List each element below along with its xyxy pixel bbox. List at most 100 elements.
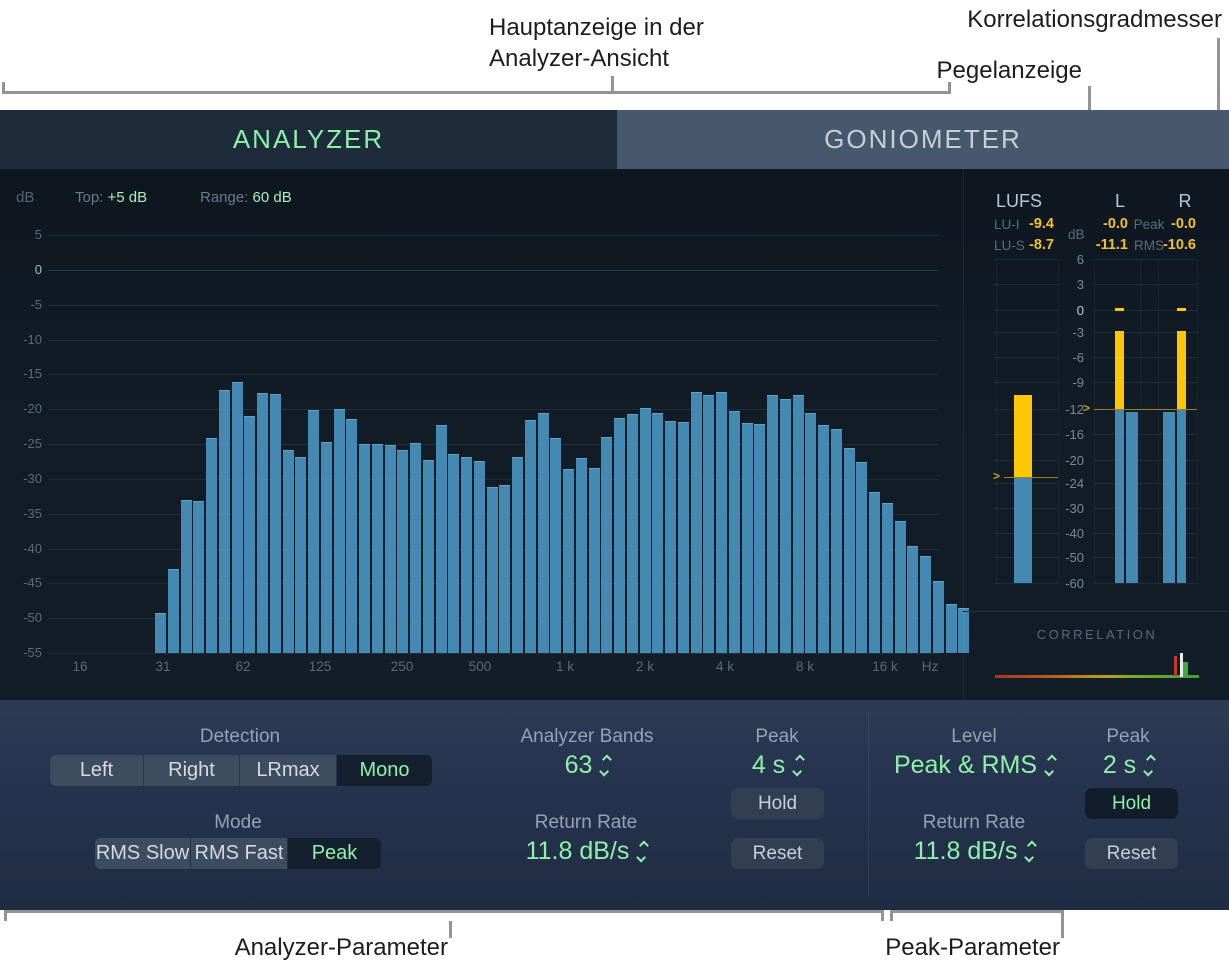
channel-peak-bar (1115, 331, 1124, 409)
analyzer-return-rate-value[interactable]: 11.8 dB/s (486, 836, 686, 866)
spectrum-band-bar (181, 500, 192, 653)
spectrum-y-tick-label: 5 (0, 227, 42, 242)
spectrum-y-tick-label: -20 (0, 401, 42, 416)
analyzer-reset-button[interactable]: Reset (731, 838, 824, 869)
meter-gridline (994, 284, 1058, 285)
spectrum-band-bar (844, 448, 855, 653)
section-divider (868, 712, 869, 896)
spectrum-band-bar (232, 382, 243, 653)
main-display: dB Top: +5 dB Range: 60 dB 50-5-10-15-20… (0, 169, 1229, 700)
lr-reference-arrow-icon: > (1083, 401, 1090, 415)
meter-column-line (1140, 259, 1141, 583)
mode-segmented: RMS SlowRMS FastPeak (95, 838, 381, 869)
annotation-level-meter: Pegelanzeige (937, 55, 1082, 86)
tab-goniometer[interactable]: GONIOMETER (617, 110, 1229, 169)
meter-gridline (1094, 284, 1197, 285)
meter-gridline (1094, 259, 1197, 260)
channel-rms-bar (1126, 412, 1138, 584)
spectrum-y-tick-label: -15 (0, 366, 42, 381)
spectrum-band-bar (729, 411, 740, 653)
spectrum-band-bar (397, 450, 408, 653)
spectrum-band-bar (767, 395, 778, 653)
meter-gridline (994, 310, 1058, 311)
spectrum-band-bar (538, 413, 549, 653)
spectrum-band-bar (920, 556, 931, 654)
stepper-icon[interactable] (1146, 756, 1153, 775)
stepper-icon[interactable] (795, 756, 802, 775)
spectrum-y-tick-label: -30 (0, 471, 42, 486)
analyzer-hold-button[interactable]: Hold (731, 788, 824, 819)
meter-unit-label: dB (1068, 227, 1085, 242)
spectrum-x-tick-label: 500 (457, 659, 503, 674)
right-peak-value: -0.0 (1156, 216, 1196, 232)
tab-analyzer[interactable]: ANALYZER (0, 110, 617, 169)
spectrum-band-bar (308, 410, 319, 653)
meter-column-line (1058, 259, 1059, 583)
spectrum-top-setting[interactable]: Top: +5 dB (75, 189, 147, 206)
mode-option-peak[interactable]: Peak (288, 838, 381, 869)
spectrum-x-tick-label: 250 (379, 659, 425, 674)
spectrum-x-tick-label: 2 k (622, 659, 668, 674)
annotation-peak-params: Peak-Parameter (885, 932, 1060, 963)
spectrum-y-tick-label: -5 (0, 297, 42, 312)
spectrum-band-bar (576, 458, 587, 653)
detection-segmented: LeftRightLRmaxMono (50, 755, 432, 786)
analyzer-peak-value[interactable]: 4 s (677, 750, 877, 780)
spectrum-band-bar (678, 422, 689, 653)
peak-reset-button[interactable]: Reset (1085, 838, 1178, 869)
spectrum-gridline (48, 409, 938, 410)
meter-gridline (994, 583, 1058, 584)
detection-option-left[interactable]: Left (50, 755, 143, 786)
peak-hold-button[interactable]: Hold (1085, 788, 1178, 819)
spectrum-band-bar (665, 421, 676, 653)
spectrum-band-bar (691, 392, 702, 653)
peak-hold-dash (1115, 308, 1124, 311)
spectrum-y-tick-label: -45 (0, 575, 42, 590)
meter-column-line (1158, 259, 1159, 583)
meter-column-line (1094, 259, 1095, 583)
detection-option-right[interactable]: Right (144, 755, 239, 786)
spectrum-gridline (48, 374, 938, 375)
annotation-analyzer-params: Analyzer-Parameter (235, 932, 448, 963)
analyzer-return-rate-label: Return Rate (486, 812, 686, 834)
spectrum-band-bar (703, 395, 714, 653)
stepper-icon[interactable] (1027, 842, 1034, 861)
spectrum-range-setting[interactable]: Range: 60 dB (200, 189, 292, 206)
spectrum-band-bar (244, 416, 255, 653)
view-tab-bar: ANALYZER GONIOMETER (0, 110, 1229, 169)
meter-gridline (994, 259, 1058, 260)
annotation-main-display: Hauptanzeige in derAnalyzer-Ansicht (489, 12, 704, 74)
spectrum-gridline (48, 340, 938, 341)
mode-option-rms-fast[interactable]: RMS Fast (191, 838, 287, 869)
spectrum-band-bar (461, 457, 472, 653)
stepper-icon[interactable] (602, 756, 609, 775)
detection-option-mono[interactable]: Mono (337, 755, 432, 786)
spectrum-band-bar (831, 429, 842, 653)
detection-label: Detection (140, 726, 340, 748)
peak-hold-dash (1177, 308, 1186, 311)
detection-option-lrmax[interactable]: LRmax (240, 755, 336, 786)
meter-gridline (994, 332, 1058, 333)
peak-return-rate-value[interactable]: 11.8 dB/s (874, 836, 1074, 866)
correlation-red-marker (1174, 656, 1177, 676)
spectrum-band-bar (206, 438, 217, 653)
spectrum-band-bar (512, 457, 523, 653)
spectrum-band-bar (283, 450, 294, 653)
stepper-icon[interactable] (639, 842, 646, 861)
peak-time-value[interactable]: 2 s (1028, 750, 1228, 780)
spectrum-band-bar (295, 457, 306, 653)
meter-column-line (996, 259, 997, 583)
correlation-value-bar (1183, 662, 1188, 678)
spectrum-band-bar (614, 418, 625, 653)
spectrum-band-bar (793, 395, 804, 653)
mode-option-rms-slow[interactable]: RMS Slow (95, 838, 190, 869)
channel-rms-bar (1163, 412, 1175, 583)
spectrum-band-bar (589, 468, 600, 653)
spectrum-band-bar (155, 613, 166, 653)
spectrum-y-tick-label: 0 (0, 262, 42, 277)
spectrum-band-bar (818, 425, 829, 653)
mode-label: Mode (138, 812, 338, 834)
analyzer-bands-value[interactable]: 63 (487, 750, 687, 780)
spectrum-y-tick-label: -40 (0, 541, 42, 556)
spectrum-band-bar (474, 461, 485, 653)
